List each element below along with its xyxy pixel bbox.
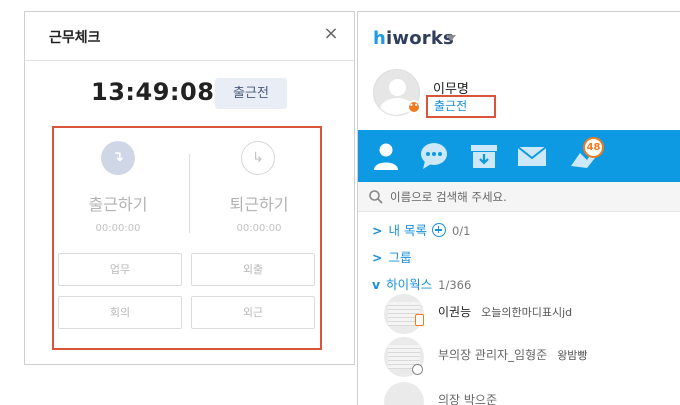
chevron-right-icon: > bbox=[372, 223, 383, 238]
panel-header: 근무체크 × bbox=[25, 12, 354, 61]
add-circle-icon[interactable] bbox=[431, 223, 446, 237]
panel-title: 근무체크 bbox=[49, 30, 101, 46]
person-name: 의장 박으준 bbox=[438, 393, 498, 405]
field-work-button[interactable]: 외근 bbox=[191, 296, 315, 329]
checkout-arrow-icon[interactable]: ↳ bbox=[241, 141, 275, 175]
brand-logo-text: iworks bbox=[386, 28, 454, 49]
list-item[interactable]: 부의장 관리자_임형준 왕밤빵 bbox=[384, 337, 680, 377]
user-status[interactable]: 출근전 bbox=[426, 95, 496, 118]
tab-bar: 48 bbox=[358, 130, 680, 182]
group-count: 0/1 bbox=[451, 224, 471, 238]
offline-status-icon bbox=[412, 364, 423, 375]
brand-logo-h: h bbox=[373, 28, 387, 49]
check-in-time: 00:00:00 bbox=[95, 223, 141, 234]
chevron-down-icon[interactable] bbox=[446, 35, 456, 41]
check-out-time: 00:00:00 bbox=[236, 223, 282, 234]
group-my-list[interactable]: > 내 목록 0/1 bbox=[372, 220, 470, 239]
group-hiworks[interactable]: v 하이웍스 1/366 bbox=[372, 274, 471, 293]
chat-bubble-icon[interactable] bbox=[418, 140, 450, 172]
chevron-down-icon: v bbox=[372, 277, 381, 292]
search-bar bbox=[358, 182, 680, 212]
check-in-out-area: ↴ 출근하기 00:00:00 ↳ 퇴근하기 00:00:00 업무 외출 회의… bbox=[52, 126, 322, 350]
group-label: 내 목록 bbox=[388, 223, 427, 238]
person-name: 부의장 관리자_임형준 bbox=[438, 348, 548, 362]
work-button[interactable]: 업무 bbox=[58, 253, 182, 286]
status-badge: 출근전 bbox=[215, 78, 287, 109]
avatar-head bbox=[389, 79, 406, 96]
avatar bbox=[384, 382, 424, 405]
group-label: 하이웍스 bbox=[386, 277, 433, 292]
list-item[interactable]: 의장 박으준 bbox=[384, 382, 680, 405]
search-icon bbox=[369, 190, 383, 204]
person-name-line: 의장 박으준 bbox=[438, 391, 507, 405]
chevron-right-icon: > bbox=[372, 250, 383, 265]
check-out-button[interactable]: 퇴근하기 bbox=[204, 191, 314, 215]
notification-count-badge: 48 bbox=[583, 137, 604, 158]
meeting-button[interactable]: 회의 bbox=[58, 296, 182, 329]
mobile-phone-icon bbox=[415, 314, 424, 326]
person-message: 오늘의한마디표시jd bbox=[481, 306, 573, 319]
person-name-line: 이권능 오늘의한마디표시jd bbox=[438, 303, 572, 320]
group-count: 1/366 bbox=[438, 278, 472, 292]
archive-box-icon[interactable] bbox=[468, 140, 500, 172]
messenger-panel: hiworks ••• 이무명 출근전 48 >내 목록0/1 >그룹 bbox=[357, 11, 680, 405]
list-item[interactable]: 이권능 오늘의한마디표시jd bbox=[384, 294, 680, 334]
attendance-panel: 근무체크 × 13:49:08 출근전 ↴ 출근하기 00:00:00 ↳ 퇴근… bbox=[24, 11, 355, 365]
outing-button[interactable]: 외출 bbox=[191, 253, 315, 286]
group-label: 그룹 bbox=[388, 250, 412, 265]
group-groups[interactable]: > 그룹 bbox=[372, 247, 412, 266]
search-input[interactable] bbox=[390, 186, 670, 208]
more-status-icon[interactable]: ••• bbox=[407, 100, 423, 114]
person-name-line: 부의장 관리자_임형준 왕밤빵 bbox=[438, 346, 588, 363]
current-time: 13:49:08 bbox=[91, 78, 215, 106]
brand-logo[interactable]: hiworks bbox=[373, 28, 454, 49]
divider bbox=[189, 154, 190, 233]
check-in-button[interactable]: 출근하기 bbox=[63, 191, 173, 215]
close-icon[interactable]: × bbox=[323, 25, 339, 43]
person-icon[interactable] bbox=[370, 140, 402, 172]
envelope-icon[interactable] bbox=[516, 140, 548, 172]
person-message: 왕밤빵 bbox=[557, 349, 588, 362]
checkin-arrow-icon[interactable]: ↴ bbox=[101, 141, 135, 175]
person-name: 이권능 bbox=[438, 305, 472, 319]
